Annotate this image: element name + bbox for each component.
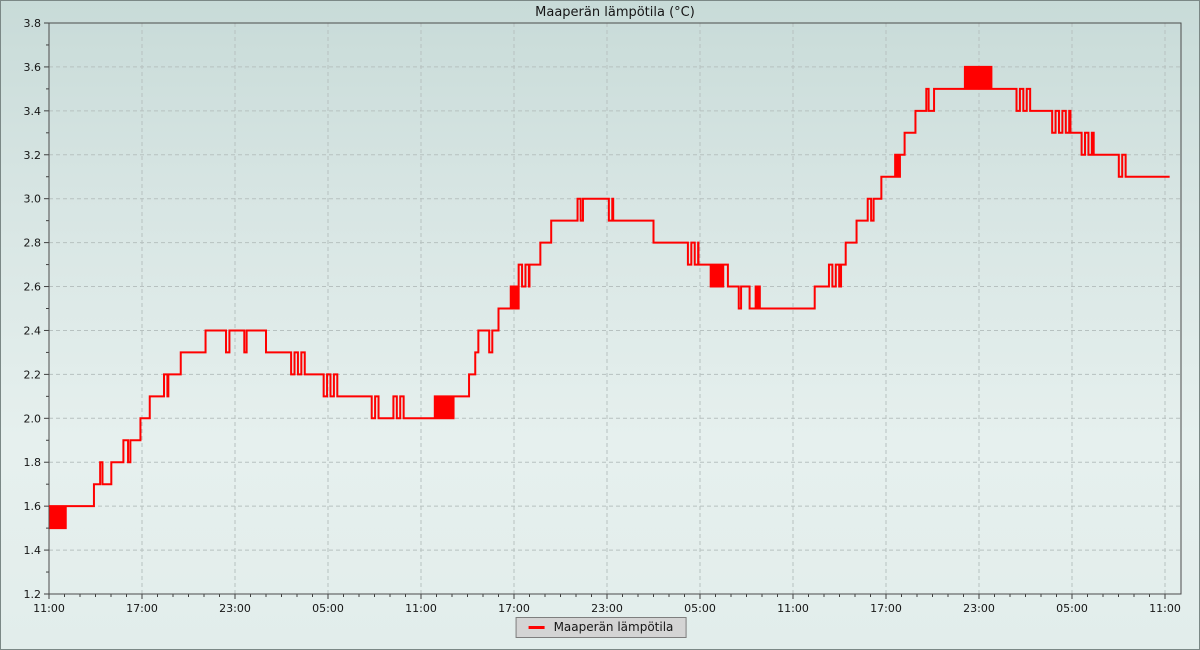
x-tick-label: 05:00 [312, 602, 344, 615]
x-tick-label: 11:00 [405, 602, 437, 615]
legend-label: Maaperän lämpötila [554, 620, 674, 634]
x-tick-label: 17:00 [498, 602, 530, 615]
series-line-maaperan-lampotila [49, 67, 1170, 528]
y-tick-label: 3.8 [24, 17, 42, 30]
axis-tick-labels: 1.2 1.4 1.6 1.8 2.0 2.2 2.4 2.6 2.8 3.0 3.2 3.4 3.6 3… [24, 17, 1181, 615]
x-tick-label: 05:00 [684, 602, 716, 615]
temperature-chart-plot: 1.2 1.4 1.6 1.8 2.0 2.2 2.4 2.6 2.8 3.0 3.2 3.4 3.6 3… [1, 1, 1200, 650]
soil-temperature-chart-page: Maaperän lämpötila (°C) 1.21.41.61.82.02… [0, 0, 1200, 650]
y-tick-label: 3.2 [24, 149, 42, 162]
y-tick-label: 1.6 [24, 500, 42, 513]
y-tick-label: 3.4 [24, 105, 42, 118]
y-tick-label: 2.0 [24, 412, 42, 425]
x-tick-label: 11:00 [1149, 602, 1181, 615]
x-tick-label: 11:00 [33, 602, 65, 615]
y-tick-label: 2.2 [24, 368, 42, 381]
x-tick-label: 23:00 [591, 602, 623, 615]
y-tick-label: 3.0 [24, 193, 42, 206]
plot-border [49, 23, 1181, 594]
axis-ticks [44, 23, 1165, 599]
x-tick-label: 05:00 [1056, 602, 1088, 615]
x-tick-label: 23:00 [219, 602, 251, 615]
y-tick-label: 2.6 [24, 281, 42, 294]
x-tick-label: 17:00 [126, 602, 158, 615]
y-tick-label: 1.4 [24, 544, 42, 557]
y-tick-label: 1.2 [24, 588, 42, 601]
legend-line-swatch-icon [529, 626, 545, 629]
x-tick-label: 17:00 [870, 602, 902, 615]
y-tick-label: 2.8 [24, 237, 42, 250]
y-tick-label: 3.6 [24, 61, 42, 74]
x-tick-label: 11:00 [777, 602, 809, 615]
x-tick-label: 23:00 [963, 602, 995, 615]
legend: Maaperän lämpötila [516, 617, 687, 638]
y-tick-label: 1.8 [24, 456, 42, 469]
y-tick-label: 2.4 [24, 324, 42, 337]
gridlines [49, 23, 1181, 594]
